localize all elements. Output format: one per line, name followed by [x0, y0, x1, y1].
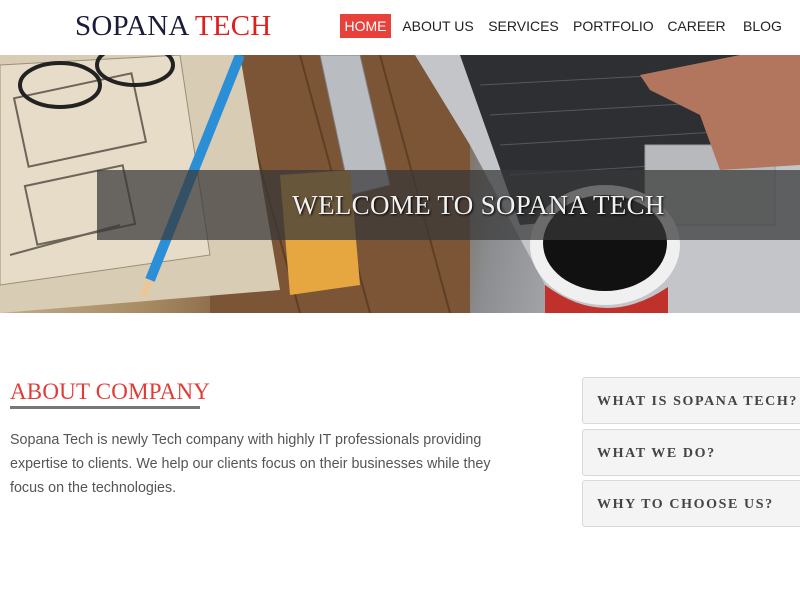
hero-caption: WELCOME TO SOPANA TECH [292, 190, 665, 220]
accordion-item-label: WHAT WE DO? [597, 446, 716, 461]
nav-item-home[interactable]: HOME [340, 14, 391, 38]
nav-item-blog[interactable]: BLOG [740, 14, 785, 38]
about-heading: ABOUT COMPANY [10, 379, 211, 404]
nav-item-about-us[interactable]: ABOUT US [401, 14, 475, 38]
about-description: Sopana Tech is newly Tech company with h… [10, 432, 491, 496]
accordion-item-why-choose[interactable]: WHY TO CHOOSE US? [582, 480, 800, 527]
hero-slider[interactable]: WELCOME TO SOPANA TECH [0, 55, 800, 313]
accordion-item-label: WHY TO CHOOSE US? [597, 497, 774, 512]
nav-item-portfolio[interactable]: PORTFOLIO [573, 14, 654, 38]
accordion-item-what-we-do[interactable]: WHAT WE DO? [582, 429, 800, 476]
site-header: SOPANA TECH HOME ABOUT US SERVICES PORTF… [0, 0, 800, 55]
main-nav: HOME ABOUT US SERVICES PORTFOLIO CAREER … [0, 14, 800, 38]
nav-item-services[interactable]: SERVICES [487, 14, 560, 38]
about-heading-underline [10, 406, 200, 409]
nav-item-career[interactable]: CAREER [665, 14, 728, 38]
accordion-item-what-is[interactable]: WHAT IS SOPANA TECH? [582, 377, 800, 424]
accordion-item-label: WHAT IS SOPANA TECH? [597, 394, 798, 409]
